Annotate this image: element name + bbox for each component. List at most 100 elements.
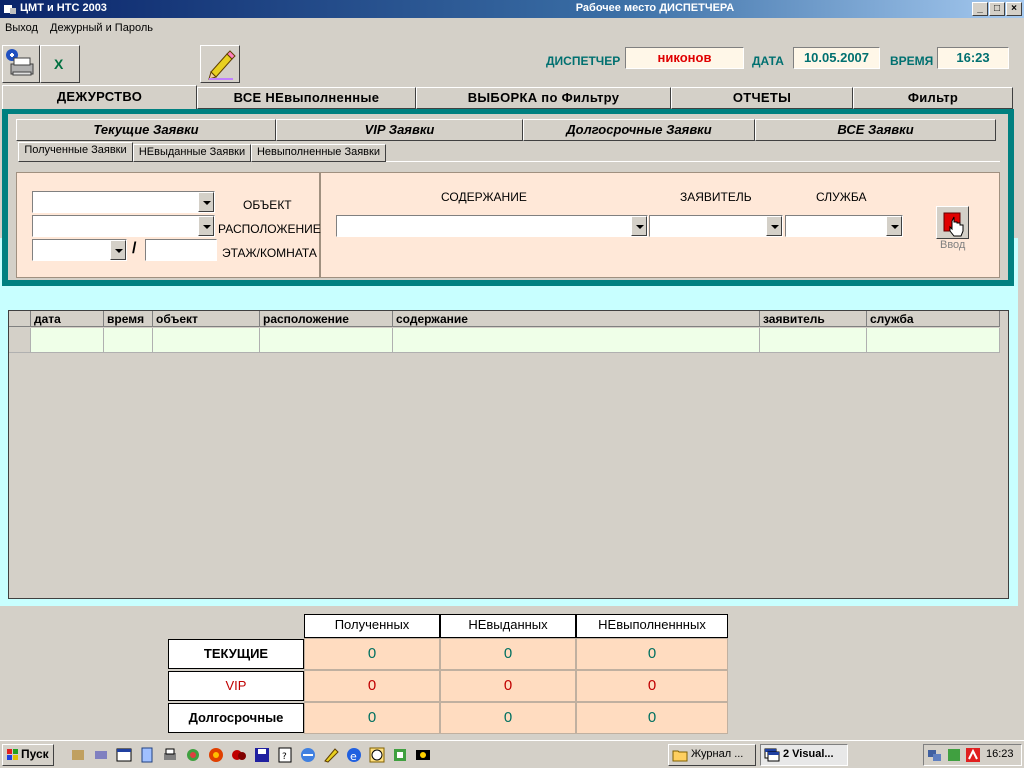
title-bar: ЦМТ и НТС 2003 Рабочее место ДИСПЕТЧЕРА … [0, 0, 1024, 18]
stats-cell: 0 [440, 638, 576, 670]
tab-reports[interactable]: ОТЧЕТЫ [671, 87, 853, 109]
column-header-applicant[interactable]: заявитель [760, 311, 867, 327]
table-row-cell[interactable] [153, 328, 260, 353]
object-combo[interactable] [32, 191, 215, 213]
quick-launch-icon[interactable] [70, 747, 86, 763]
quick-launch-icon[interactable] [415, 747, 431, 763]
tab-filter[interactable]: Фильтр [853, 87, 1013, 109]
quick-launch-icon[interactable]: ? [277, 747, 293, 763]
pencil-icon [208, 50, 236, 80]
tab-received-requests[interactable]: Полученные Заявки [18, 142, 133, 162]
quick-launch-icon[interactable] [93, 747, 109, 763]
menu-item-exit[interactable]: Выход [5, 22, 38, 34]
table-row-cell[interactable] [760, 328, 867, 353]
print-button[interactable] [2, 45, 40, 83]
content-combo[interactable] [336, 215, 648, 237]
start-button[interactable]: Пуск [2, 744, 54, 766]
column-header-service[interactable]: служба [867, 311, 1000, 327]
room-input[interactable] [145, 239, 217, 261]
quick-launch-icon[interactable] [116, 747, 132, 763]
slash-separator: / [132, 240, 137, 257]
edit-button[interactable] [200, 45, 240, 83]
svg-text:e: e [350, 750, 357, 763]
tab-current-requests[interactable]: Текущие Заявки [16, 119, 276, 141]
task-button-journal[interactable]: Журнал ... [668, 744, 756, 766]
floor-combo[interactable] [32, 239, 127, 261]
chevron-down-icon[interactable] [198, 216, 214, 236]
system-tray: 16:23 [923, 744, 1022, 766]
table-row-cell[interactable] [260, 328, 393, 353]
clock-icon[interactable] [369, 747, 385, 763]
chevron-down-icon[interactable] [110, 240, 126, 260]
tab-longterm-requests[interactable]: Долгосрочные Заявки [523, 119, 755, 141]
quick-launch-icon[interactable] [392, 747, 408, 763]
chevron-down-icon[interactable] [631, 216, 647, 236]
network-icon[interactable] [927, 747, 943, 763]
stats-row-current: ТЕКУЩИЕ [168, 639, 304, 669]
quick-launch-icon[interactable] [300, 747, 316, 763]
table-row-cell[interactable] [104, 328, 153, 353]
taskbar: Пуск ? e Журнал ... 2 Visual... 16:23 [0, 740, 1024, 768]
svg-text:X: X [54, 56, 64, 72]
stats-header-not-completed: НЕвыполненнных [576, 614, 728, 638]
stats-cell: 0 [304, 638, 440, 670]
chevron-down-icon[interactable] [198, 192, 214, 212]
close-button[interactable]: × [1006, 2, 1022, 16]
stats-cell: 0 [304, 670, 440, 702]
chevron-down-icon[interactable] [886, 216, 902, 236]
table-row-cell[interactable] [867, 328, 1000, 353]
tab-not-completed-requests[interactable]: Невыполненные Заявки [251, 144, 386, 162]
stats-cell: 0 [304, 702, 440, 734]
table-row-cell[interactable] [393, 328, 760, 353]
minimize-button[interactable]: _ [972, 2, 988, 16]
save-icon[interactable] [254, 747, 270, 763]
stats-row-longterm: Долгосрочные [168, 703, 304, 733]
tab-filter-selection[interactable]: ВЫБОРКА по Фильтру [416, 87, 671, 109]
tab-all-requests[interactable]: ВСЕ Заявки [755, 119, 996, 141]
stats-cell: 0 [440, 702, 576, 734]
quick-launch-icon[interactable] [185, 747, 201, 763]
tab-all-unfulfilled[interactable]: ВСЕ НЕвыполненные [197, 87, 416, 109]
tab-not-issued-requests[interactable]: НЕвыданные Заявки [133, 144, 251, 162]
column-header-object[interactable]: объект [153, 311, 260, 327]
service-combo[interactable] [785, 215, 903, 237]
tray-app-icon[interactable] [946, 747, 962, 763]
quick-launch-icon[interactable] [139, 747, 155, 763]
enter-button[interactable] [936, 206, 969, 239]
content-label: СОДЕРЖАНИЕ [441, 190, 527, 204]
date-field: 10.05.2007 [793, 47, 880, 69]
internet-explorer-icon[interactable]: e [346, 747, 362, 763]
requests-grid: дата время объект расположение содержани… [8, 310, 1009, 599]
task-button-visual[interactable]: 2 Visual... [760, 744, 848, 766]
row-selector[interactable] [9, 328, 31, 353]
folder-icon [672, 750, 688, 762]
dispatcher-label: ДИСПЕТЧЕР [546, 54, 621, 68]
stats-cell: 0 [576, 702, 728, 734]
quick-launch-icon[interactable] [323, 747, 339, 763]
antivirus-icon[interactable] [965, 747, 981, 763]
column-header-content[interactable]: содержание [393, 311, 760, 327]
object-label: ОБЪЕКТ [243, 198, 292, 212]
tab-vip-requests[interactable]: VIP Заявки [276, 119, 523, 141]
location-combo[interactable] [32, 215, 215, 237]
column-header-date[interactable]: дата [31, 311, 104, 327]
column-header-time[interactable]: время [104, 311, 153, 327]
time-label: ВРЕМЯ [890, 54, 934, 68]
stats-header-not-issued: НЕвыданных [440, 614, 576, 638]
stats-cell: 0 [576, 638, 728, 670]
excel-button[interactable]: X [40, 45, 80, 83]
tab-duty[interactable]: ДЕЖУРСТВО [2, 85, 197, 110]
quick-launch-icon[interactable] [162, 747, 178, 763]
table-row-cell[interactable] [31, 328, 104, 353]
maximize-button[interactable]: □ [989, 2, 1005, 16]
menu-item-duty-password[interactable]: Дежурный и Пароль [50, 22, 153, 34]
applicant-label: ЗАЯВИТЕЛЬ [680, 190, 752, 204]
stats-cell: 0 [440, 670, 576, 702]
date-label: ДАТА [752, 54, 784, 68]
quick-launch-icon[interactable] [208, 747, 224, 763]
printer-icon [6, 49, 34, 76]
applicant-combo[interactable] [649, 215, 783, 237]
column-header-location[interactable]: расположение [260, 311, 393, 327]
chevron-down-icon[interactable] [766, 216, 782, 236]
quick-launch-icon[interactable] [231, 747, 247, 763]
